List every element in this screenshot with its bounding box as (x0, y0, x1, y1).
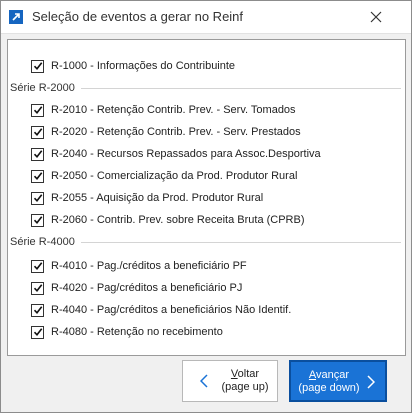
checkmark-icon (33, 150, 42, 159)
next-button-text: Avançar (page down) (293, 369, 365, 395)
title-bar: Seleção de eventos a gerar no Reinf (1, 1, 411, 34)
back-accesskey: V (230, 368, 238, 380)
checkmark-icon (33, 194, 42, 203)
next-hint: (page down) (298, 382, 360, 394)
checkbox-r4080[interactable] (31, 325, 44, 339)
checkbox-r4040[interactable] (31, 303, 44, 317)
checkmark-icon (33, 106, 42, 115)
event-label: R-2020 - Retenção Contrib. Prev. - Serv.… (51, 126, 301, 138)
event-label: R-4020 - Pag/créditos a beneficiário PJ (51, 282, 243, 294)
event-r4080[interactable]: R-4080 - Retenção no recebimento (31, 324, 223, 340)
group-label-r2000: Série R-2000 (10, 82, 75, 94)
event-r2060[interactable]: R-2060 - Contrib. Prev. sobre Receita Br… (31, 212, 305, 228)
event-r2040[interactable]: R-2040 - Recursos Repassados para Assoc.… (31, 146, 321, 162)
checkmark-icon (33, 216, 42, 225)
event-r4010[interactable]: R-4010 - Pag./créditos a beneficiário PF (31, 258, 247, 274)
group-label-r4000: Série R-4000 (10, 236, 75, 248)
back-label-rest: oltar (237, 368, 260, 380)
event-r1000[interactable]: R-1000 - Informações do Contribuinte (31, 58, 235, 74)
event-label: R-1000 - Informações do Contribuinte (51, 60, 236, 72)
group-serie-r2000: Série R-2000 (10, 82, 401, 94)
event-list-panel: R-1000 - Informações do Contribuinte Sér… (7, 39, 406, 356)
event-r2010[interactable]: R-2010 - Retenção Contrib. Prev. - Serv.… (31, 102, 296, 118)
checkmark-icon (33, 62, 42, 71)
app-icon (9, 10, 23, 24)
checkbox-r2040[interactable] (31, 147, 44, 161)
checkbox-r2020[interactable] (31, 125, 44, 139)
event-label: R-2010 - Retenção Contrib. Prev. - Serv.… (51, 104, 296, 116)
checkbox-r2060[interactable] (31, 213, 44, 227)
checkmark-icon (33, 328, 42, 337)
event-r4040[interactable]: R-4040 - Pag/créditos a beneficiários Nã… (31, 302, 291, 318)
footer-bar: Voltar (page up) Avançar (page down) (1, 357, 411, 412)
checkbox-r1000[interactable] (31, 59, 44, 73)
event-label: R-2050 - Comercialização da Prod. Produt… (51, 170, 298, 182)
event-label: R-4010 - Pag./créditos a beneficiário PF (51, 260, 247, 272)
chevron-right-icon (367, 375, 376, 392)
back-button-text: Voltar (page up) (217, 368, 273, 394)
event-r4020[interactable]: R-4020 - Pag/créditos a beneficiário PJ (31, 280, 242, 296)
next-accesskey: A (308, 369, 317, 381)
event-label: R-2055 - Aquisição da Prod. Produtor Rur… (51, 192, 264, 204)
checkbox-r2050[interactable] (31, 169, 44, 183)
close-button[interactable] (365, 7, 387, 27)
event-r2050[interactable]: R-2050 - Comercialização da Prod. Produt… (31, 168, 297, 184)
close-icon (370, 11, 382, 23)
window-title: Seleção de eventos a gerar no Reinf (32, 9, 244, 24)
event-label: R-4040 - Pag/créditos a beneficiários Nã… (51, 304, 292, 316)
event-r2020[interactable]: R-2020 - Retenção Contrib. Prev. - Serv.… (31, 124, 301, 140)
checkmark-icon (33, 172, 42, 181)
checkbox-r2010[interactable] (31, 103, 44, 117)
checkmark-icon (33, 306, 42, 315)
event-r2055[interactable]: R-2055 - Aquisição da Prod. Produtor Rur… (31, 190, 263, 206)
event-label: R-2060 - Contrib. Prev. sobre Receita Br… (51, 214, 305, 226)
group-serie-r4000: Série R-4000 (10, 236, 401, 248)
chevron-left-icon (199, 374, 208, 391)
group-divider (80, 241, 401, 243)
checkbox-r2055[interactable] (31, 191, 44, 205)
back-hint: (page up) (221, 381, 269, 393)
checkbox-r4010[interactable] (31, 259, 44, 273)
checkmark-icon (33, 284, 42, 293)
checkbox-r4020[interactable] (31, 281, 44, 295)
event-label: R-4080 - Retenção no recebimento (51, 326, 223, 338)
dialog-window: Seleção de eventos a gerar no Reinf R-10… (0, 0, 412, 413)
next-button[interactable]: Avançar (page down) (289, 360, 387, 402)
event-label: R-2040 - Recursos Repassados para Assoc.… (51, 148, 321, 160)
checkmark-icon (33, 262, 42, 271)
checkmark-icon (33, 128, 42, 137)
group-divider (80, 87, 401, 89)
next-label-rest: vançar (316, 369, 350, 381)
back-button[interactable]: Voltar (page up) (182, 360, 278, 402)
